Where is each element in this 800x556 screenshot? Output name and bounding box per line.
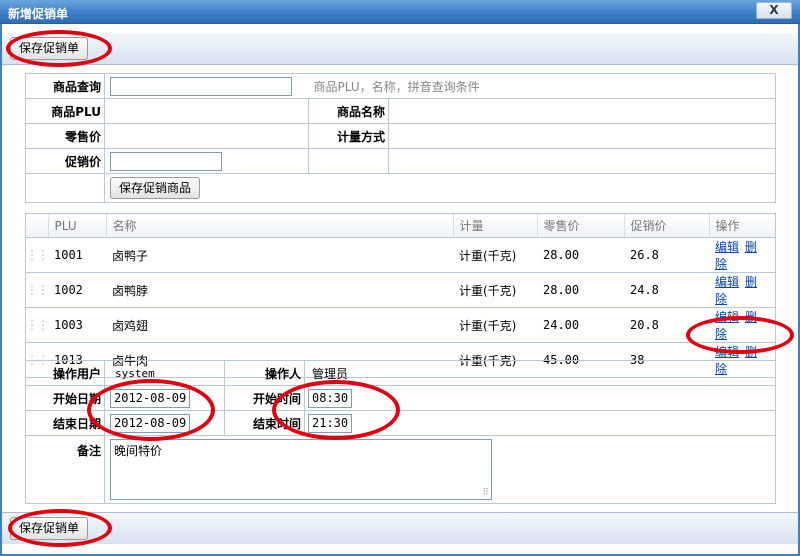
column-header-name[interactable]: 名称 [105, 213, 453, 238]
edit-link[interactable]: 编辑 [715, 240, 739, 254]
table-row[interactable]: ⋮⋮ 1001 卤鸭子 计重(千克) 28.00 26.8 编辑 删除 [25, 237, 776, 273]
operator-label: 操作人 [224, 360, 305, 386]
cell-price: 28.00 [537, 237, 624, 273]
empty-cell [308, 148, 389, 174]
cell-actions: 编辑 删除 [709, 307, 776, 343]
user-label: 操作用户 [25, 360, 105, 386]
end-date-label: 结束日期 [25, 410, 105, 436]
drag-handle-icon[interactable]: ⋮⋮ [25, 272, 49, 308]
close-button[interactable]: X [756, 2, 792, 19]
save-promotion-button-top[interactable]: 保存促销单 [10, 37, 89, 60]
table-row[interactable]: ⋮⋮ 1002 卤鸭脖 计重(千克) 28.00 24.8 编辑 删除 [25, 272, 776, 308]
edit-link[interactable]: 编辑 [715, 345, 739, 359]
top-toolbar: 保存促销单 [2, 33, 798, 65]
end-date-input[interactable] [110, 413, 190, 433]
column-header-plu[interactable]: PLU [47, 213, 106, 238]
end-time-label: 结束时间 [224, 410, 305, 436]
bottom-toolbar: 保存促销单 [2, 512, 798, 544]
retail-price-value [104, 123, 309, 149]
window-titlebar: 新增促销单 X [0, 0, 800, 24]
note-text: 晚间特价 [114, 444, 163, 458]
promo-price-label: 促销价 [25, 148, 105, 174]
column-header-price[interactable]: 零售价 [536, 213, 624, 238]
user-value: system [104, 360, 225, 386]
search-label: 商品查询 [25, 73, 105, 99]
note-textarea[interactable]: 晚间特价 ⠿ [110, 439, 492, 500]
search-input[interactable] [110, 76, 292, 96]
column-header-promo[interactable]: 促销价 [623, 213, 709, 238]
resize-grip-icon[interactable]: ⠿ [482, 488, 489, 498]
cell-actions: 编辑 删除 [709, 237, 776, 273]
empty-cell [388, 148, 776, 174]
search-hint: 商品PLU，名称，拼音查询条件 [308, 73, 776, 99]
cell-plu: 1001 [48, 237, 106, 273]
name-label: 商品名称 [308, 98, 389, 124]
plu-label: 商品PLU [25, 98, 105, 124]
cell-unit: 计重(千克) [453, 307, 537, 343]
start-time-label: 开始时间 [224, 385, 305, 411]
plu-value [104, 98, 309, 124]
cell-name: 卤鸭脖 [106, 272, 453, 308]
cell-actions: 编辑 删除 [709, 272, 776, 308]
header-handle [25, 213, 48, 238]
save-promo-item-button[interactable]: 保存促销商品 [110, 177, 201, 199]
cell-unit: 计重(千克) [453, 237, 537, 273]
cell-price: 28.00 [537, 272, 624, 308]
drag-handle-icon[interactable]: ⋮⋮ [25, 307, 49, 343]
drag-handle-icon[interactable]: ⋮⋮ [25, 237, 49, 273]
save-item-cell: 保存促销商品 [104, 173, 776, 203]
column-header-actions: 操作 [708, 213, 776, 238]
cell-price: 24.00 [537, 307, 624, 343]
empty-cell [25, 173, 105, 203]
measure-value [388, 123, 776, 149]
column-header-unit[interactable]: 计量 [452, 213, 537, 238]
cell-promo: 24.8 [624, 272, 709, 308]
table-row[interactable]: ⋮⋮ 1003 卤鸡翅 计重(千克) 24.00 20.8 编辑 删除 [25, 307, 776, 343]
cell-promo: 26.8 [624, 237, 709, 273]
start-date-label: 开始日期 [25, 385, 105, 411]
cell-name: 卤鸡翅 [106, 307, 453, 343]
save-promotion-button-bottom[interactable]: 保存促销单 [10, 517, 89, 540]
note-cell: 晚间特价 ⠿ [104, 435, 776, 504]
start-time-input[interactable] [308, 388, 352, 408]
edit-link[interactable]: 编辑 [715, 310, 739, 324]
edit-link[interactable]: 编辑 [715, 275, 739, 289]
promotion-items-table: PLU 名称 计量 零售价 促销价 操作 ⋮⋮ 1001 卤鸭子 计重(千克) … [25, 213, 776, 378]
end-time-input[interactable] [308, 413, 352, 433]
measure-label: 计量方式 [308, 123, 389, 149]
operator-value: 管理员 [304, 360, 776, 386]
start-date-input[interactable] [110, 388, 190, 408]
product-query-form: 商品查询 商品PLU，名称，拼音查询条件 商品PLU 商品名称 零售价 计量方式… [25, 73, 776, 203]
table-header-row: PLU 名称 计量 零售价 促销价 操作 [25, 213, 776, 238]
cell-name: 卤鸭子 [106, 237, 453, 273]
cell-plu: 1002 [48, 272, 106, 308]
promotion-info-form: 操作用户 system 操作人 管理员 开始日期 开始时间 结束日期 结束时间 … [25, 360, 776, 504]
cell-promo: 20.8 [624, 307, 709, 343]
window-title: 新增促销单 [8, 7, 69, 21]
retail-price-label: 零售价 [25, 123, 105, 149]
name-value [388, 98, 776, 124]
cell-unit: 计重(千克) [453, 272, 537, 308]
promo-price-input[interactable] [110, 151, 222, 171]
cell-plu: 1003 [48, 307, 106, 343]
note-label: 备注 [25, 435, 105, 504]
